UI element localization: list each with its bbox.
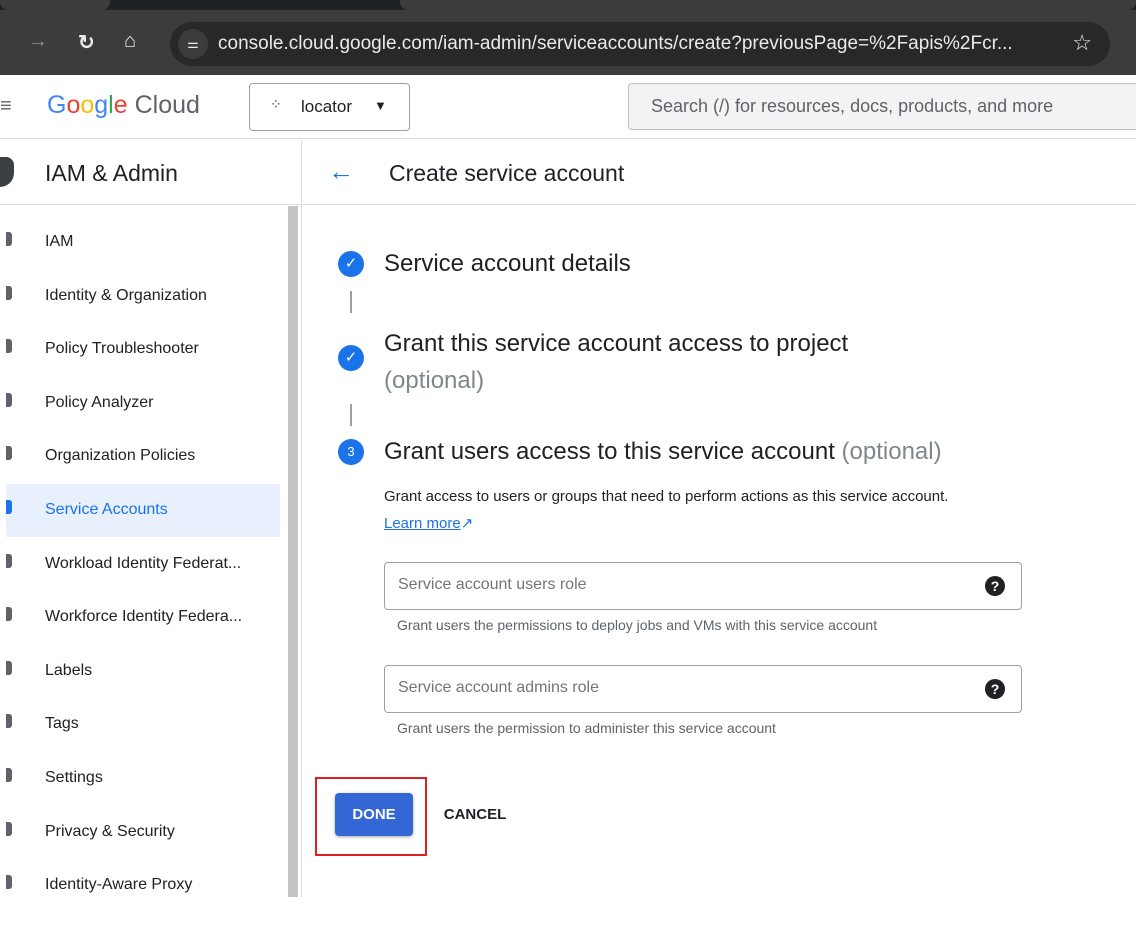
admins-role-hint: Grant users the permission to administer…	[397, 720, 776, 736]
step-title-text: Grant this service account access to pro…	[384, 330, 849, 357]
step-2-title[interactable]: Grant this service account access to pro…	[384, 325, 848, 399]
sidebar-item-policy-analyzer[interactable]: Policy Analyzer	[6, 377, 280, 430]
forward-icon[interactable]: →	[28, 30, 48, 53]
sidebar-item-label: Workforce Identity Federa...	[45, 608, 243, 626]
nav-icon	[6, 500, 12, 514]
sidebar-item-label: Policy Troubleshooter	[45, 340, 199, 358]
sidebar-item-identity-aware-proxy[interactable]: Identity-Aware Proxy	[6, 859, 280, 912]
google-cloud-logo[interactable]: Google Cloud	[47, 91, 200, 120]
page-title: Create service account	[389, 160, 625, 186]
reload-icon[interactable]: ↻	[78, 30, 95, 55]
console-header: ≡ Google Cloud ⁘ locator ▼ Search (/) fo…	[0, 75, 1136, 139]
nav-icon	[6, 714, 12, 729]
nav-icon	[6, 446, 12, 461]
project-picker[interactable]: ⁘ locator ▼	[249, 83, 410, 131]
sidebar: IAM & Admin IAM Identity & Organization Po…	[0, 140, 302, 897]
bookmark-star-icon[interactable]: ☆	[1072, 30, 1092, 56]
sidebar-item-label: Settings	[45, 769, 103, 786]
learn-more-text: Learn more	[384, 515, 461, 532]
sidebar-item-workload-identity-federat[interactable]: Workload Identity Federat...	[6, 538, 280, 591]
users-role-input[interactable]	[398, 576, 958, 594]
external-link-icon: ↗	[460, 515, 474, 532]
sidebar-item-label: Privacy & Security	[45, 822, 175, 840]
nav-icon	[6, 232, 12, 246]
admins-role-field[interactable]: ?	[384, 665, 1022, 713]
help-icon[interactable]: ?	[985, 679, 1005, 699]
menu-icon[interactable]: ≡	[0, 95, 12, 118]
sidebar-item-policy-troubleshooter[interactable]: Policy Troubleshooter	[6, 323, 280, 376]
chevron-down-icon: ▼	[374, 98, 387, 113]
sidebar-item-organization-policies[interactable]: Organization Policies	[6, 430, 280, 483]
main-content: ← Create service account ✓ Service accou…	[303, 140, 1136, 897]
help-icon[interactable]: ?	[985, 576, 1005, 596]
shield-icon	[0, 157, 14, 187]
sidebar-item-iam[interactable]: IAM	[6, 216, 280, 269]
browser-tab[interactable]	[400, 0, 1136, 10]
url-text[interactable]: console.cloud.google.com/iam-admin/servi…	[218, 33, 1013, 55]
project-icon: ⁘	[270, 96, 282, 112]
step-optional-label: (optional)	[384, 367, 485, 394]
browser-toolbar: → ↻ ⌂ ⚌ console.cloud.google.com/iam-adm…	[0, 0, 1136, 75]
cancel-button[interactable]: CANCEL	[435, 793, 515, 836]
sidebar-item-workforce-identity-federa[interactable]: Workforce Identity Federa...	[6, 591, 280, 644]
logo-cloud: Cloud	[134, 91, 200, 119]
step-title-text: Grant users access to this service accou…	[384, 438, 835, 465]
sidebar-item-label: IAM	[45, 233, 74, 250]
sidebar-item-service-accounts[interactable]: Service Accounts	[6, 484, 280, 537]
page-header: ← Create service account	[303, 140, 1136, 205]
sidebar-item-label: Service Accounts	[45, 501, 168, 518]
home-icon[interactable]: ⌂	[124, 30, 136, 53]
step-3-title: Grant users access to this service accou…	[384, 438, 942, 466]
learn-more-link[interactable]: Learn more	[384, 515, 461, 532]
sidebar-title: IAM & Admin	[45, 160, 178, 186]
nav-icon	[6, 607, 12, 622]
nav-icon	[6, 875, 12, 890]
done-button[interactable]: DONE	[335, 793, 413, 836]
check-circle-icon: ✓	[338, 345, 364, 371]
admins-role-input[interactable]	[398, 679, 958, 697]
nav-icon	[6, 768, 12, 782]
nav-icon	[6, 553, 12, 568]
browser-tab[interactable]	[0, 0, 110, 10]
step-connector	[350, 291, 352, 313]
sidebar-item-label: Identity & Organization	[45, 286, 207, 304]
sidebar-item-settings[interactable]: Settings	[6, 752, 280, 805]
sidebar-item-label: Labels	[45, 661, 93, 679]
sidebar-item-label: Tags	[45, 715, 79, 733]
tab-strip	[0, 0, 1136, 10]
users-role-field[interactable]: ?	[384, 562, 1022, 610]
nav-icon	[6, 660, 12, 675]
sidebar-item-tags[interactable]: Tags	[6, 698, 280, 751]
back-arrow-icon[interactable]: ←	[328, 156, 354, 187]
users-role-hint: Grant users the permissions to deploy jo…	[397, 617, 878, 633]
sidebar-item-label: Workload Identity Federat...	[45, 554, 242, 572]
check-circle-icon: ✓	[338, 251, 364, 277]
step-1-title[interactable]: Service account details	[384, 250, 631, 278]
step-number-badge: 3	[338, 439, 364, 465]
description-text: Grant access to users or groups that nee…	[384, 488, 949, 505]
nav-icon	[6, 392, 12, 407]
step-connector	[350, 404, 352, 426]
step-title-text: Service account details	[384, 250, 631, 277]
sidebar-item-labels[interactable]: Labels	[6, 645, 280, 698]
sidebar-item-label: Organization Policies	[45, 447, 196, 465]
sidebar-item-privacy-security[interactable]: Privacy & Security	[6, 806, 280, 859]
sidebar-item-identity-organization[interactable]: Identity & Organization	[6, 270, 280, 323]
site-settings-icon[interactable]: ⚌	[178, 29, 208, 59]
sidebar-item-label: Policy Analyzer	[45, 393, 154, 411]
sidebar-item-label: Identity-Aware Proxy	[45, 876, 193, 894]
logo-google: Google	[47, 91, 128, 119]
step-description: Grant access to users or groups that nee…	[384, 483, 984, 537]
search-input[interactable]: Search (/) for resources, docs, products…	[628, 83, 1136, 130]
step-optional-label: (optional)	[841, 438, 942, 465]
address-bar[interactable]: ⚌ console.cloud.google.com/iam-admin/ser…	[170, 22, 1110, 66]
sidebar-scrollbar[interactable]	[288, 206, 298, 897]
nav-icon	[6, 339, 12, 354]
sidebar-header: IAM & Admin	[0, 140, 302, 205]
nav-icon	[6, 821, 12, 836]
project-name: locator	[301, 97, 353, 116]
nav-icon	[6, 285, 12, 300]
